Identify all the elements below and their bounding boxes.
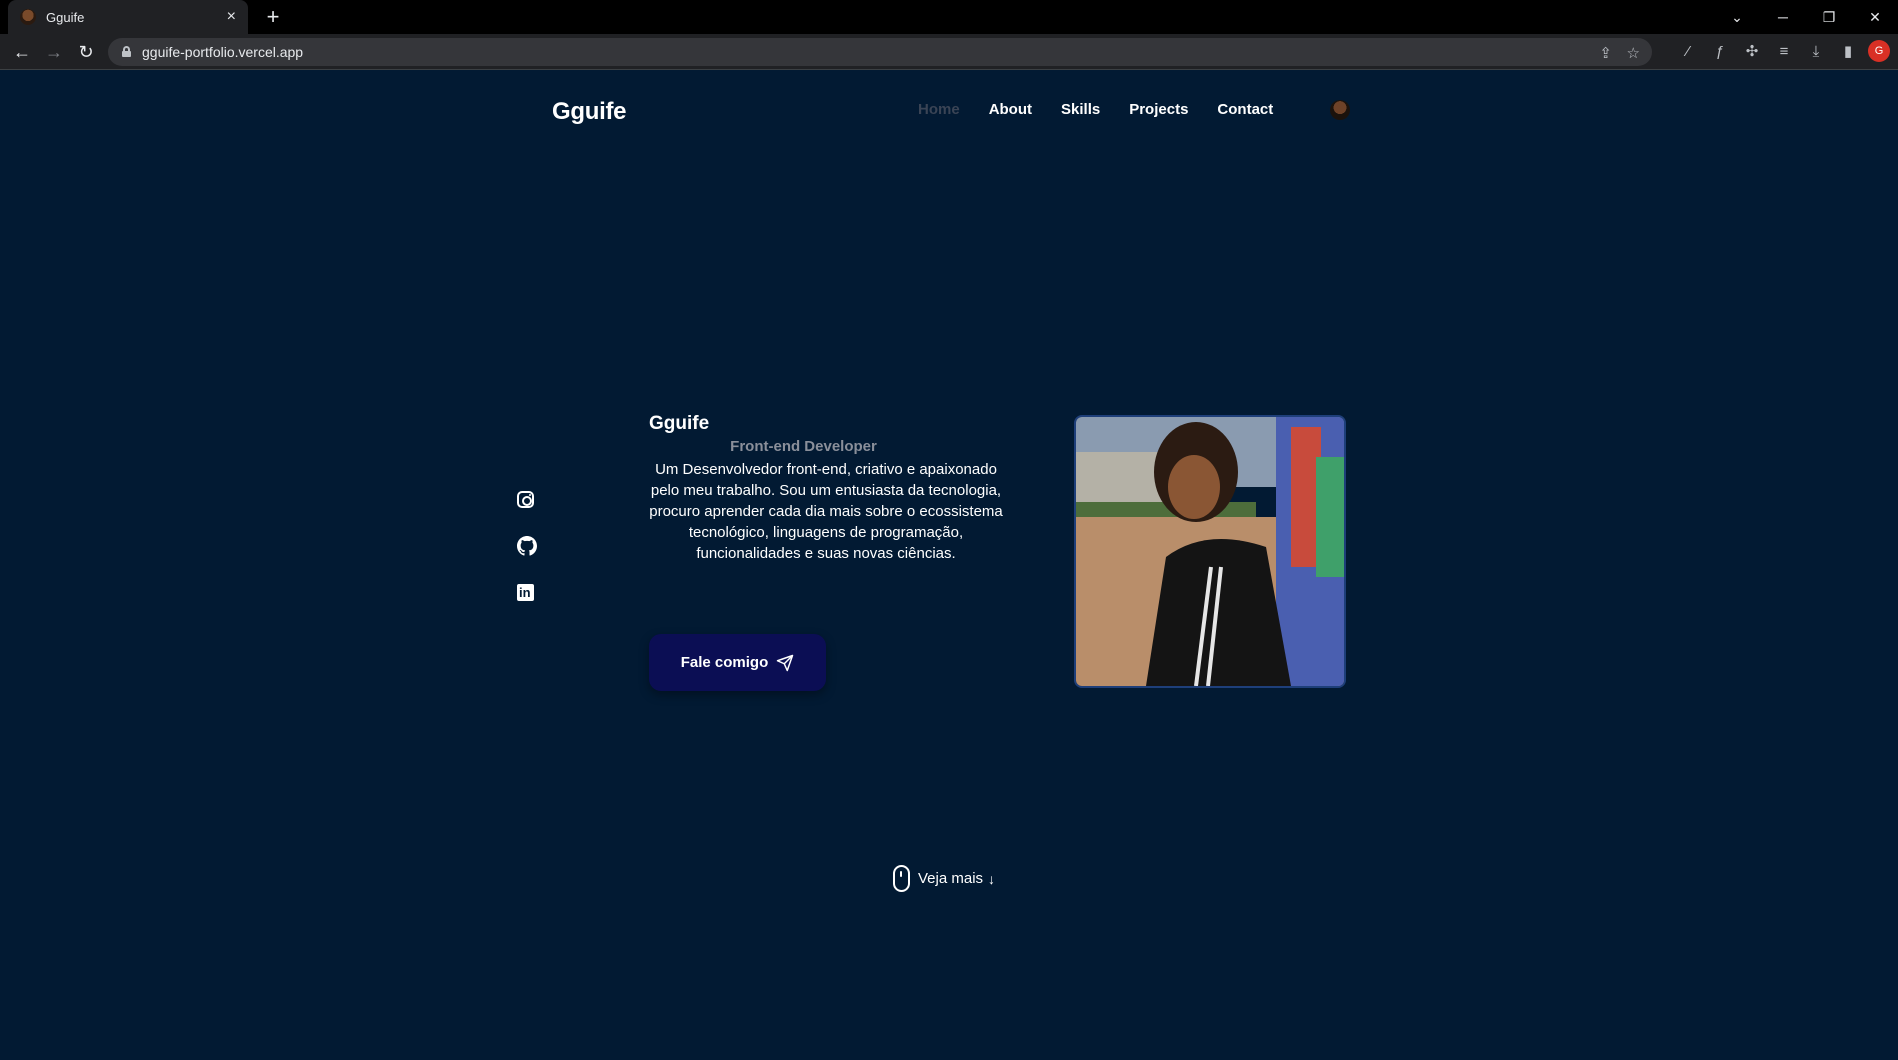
restore-icon[interactable]: ❐	[1806, 9, 1852, 26]
tab-favicon-icon	[20, 9, 36, 25]
nav-about[interactable]: About	[989, 101, 1032, 118]
arrow-down-icon: ↓	[988, 870, 996, 887]
new-tab-button[interactable]: +	[260, 4, 286, 30]
media-icon[interactable]: ≡	[1768, 43, 1800, 60]
hero-role: Front-end Developer	[730, 438, 877, 455]
hero-name: Gguife	[649, 413, 710, 434]
puzzle-icon[interactable]: ✣	[1736, 42, 1768, 60]
lock-icon[interactable]	[122, 46, 131, 57]
site-logo[interactable]: Gguife	[552, 98, 627, 126]
close-window-icon[interactable]: ✕	[1852, 9, 1898, 26]
minimize-icon[interactable]: ─	[1760, 9, 1806, 25]
nav-skills[interactable]: Skills	[1061, 101, 1100, 118]
theme-avatar-icon[interactable]	[1330, 100, 1350, 120]
window-controls: ⌄ ─ ❐ ✕	[1714, 0, 1898, 34]
browser-tab[interactable]: Gguife ×	[8, 0, 248, 34]
extension-icons: ⁄ ƒ ✣ ≡ ⤓ ▮ G	[1672, 40, 1890, 62]
tab-search-icon[interactable]: ⌄	[1714, 9, 1760, 26]
instagram-icon[interactable]	[517, 491, 534, 508]
send-icon	[777, 654, 794, 671]
address-bar[interactable]: gguife-portfolio.vercel.app ⇪ ☆	[108, 38, 1652, 66]
browser-toolbar: ← → ↻ gguife-portfolio.vercel.app ⇪ ☆ ⁄ …	[0, 34, 1898, 70]
nav-home[interactable]: Home	[918, 101, 960, 118]
extension-icon[interactable]: ⁄	[1672, 43, 1704, 60]
profile-avatar[interactable]: G	[1868, 40, 1890, 62]
tab-title: Gguife	[46, 9, 85, 25]
hero-description: Um Desenvolvedor front-end, criativo e a…	[649, 461, 1003, 562]
back-icon[interactable]: ←	[10, 40, 34, 64]
cta-label: Fale comigo	[680, 654, 769, 671]
linkedin-icon[interactable]	[517, 584, 534, 601]
main-nav: Home About Skills Projects Contact	[918, 101, 1302, 118]
social-links	[517, 491, 537, 629]
download-icon[interactable]: ⤓	[1800, 43, 1832, 60]
forward-icon[interactable]: →	[42, 40, 66, 64]
fale-comigo-button[interactable]: Fale comigo	[649, 634, 826, 691]
portfolio-page: Gguife Home About Skills Projects Contac…	[0, 71, 1898, 1060]
reload-icon[interactable]: ↻	[74, 40, 98, 64]
formula-icon[interactable]: ƒ	[1704, 43, 1736, 60]
scroll-down-link[interactable]: Veja mais ↓	[893, 865, 995, 892]
browser-tabbar: Gguife × + ⌄ ─ ❐ ✕	[0, 0, 1898, 34]
url-text[interactable]: gguife-portfolio.vercel.app	[142, 44, 303, 60]
github-icon[interactable]	[517, 536, 537, 556]
tab-close-icon[interactable]: ×	[227, 9, 236, 25]
scroll-label: Veja mais	[918, 870, 984, 887]
mouse-icon	[893, 865, 910, 892]
profile-photo	[1074, 415, 1346, 688]
star-icon[interactable]: ☆	[1627, 44, 1640, 62]
nav-projects[interactable]: Projects	[1129, 101, 1188, 118]
nav-contact[interactable]: Contact	[1217, 101, 1273, 118]
share-icon[interactable]: ⇪	[1599, 44, 1612, 62]
sidepanel-icon[interactable]: ▮	[1832, 42, 1864, 60]
